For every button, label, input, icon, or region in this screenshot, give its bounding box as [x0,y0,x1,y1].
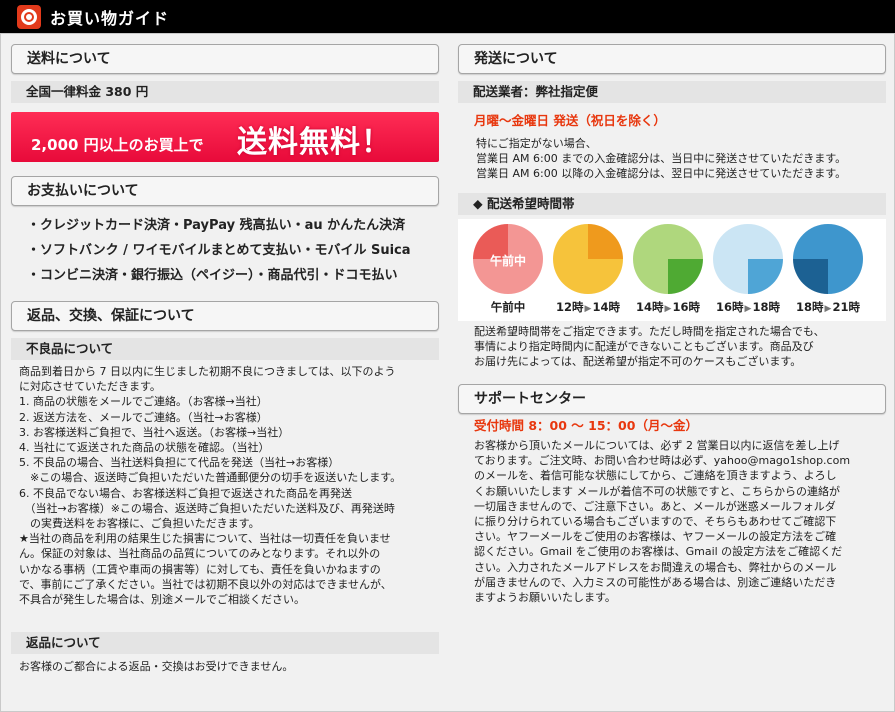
text-line: さい。入力されたメールアドレスをお間違えの場合も、弊社からのメール [474,560,837,574]
support-heading: サポートセンター [458,384,886,414]
time-slot-clock-icon [713,224,783,294]
text-line: 3. お客様送料ご負担で、当社へ返送。（お客様→当社） [19,425,290,439]
text-line: くお願いいたします メールが着信不可の状態ですと、こちらからの連絡が [474,484,841,498]
time-slot-note-line: 配送希望時間帯をご指定できます。ただし時間を指定された場合でも、 [474,325,825,338]
banner-free-shipping-text: 送料無料！ [237,125,392,160]
text-line: 2. 返送方法を、メールでご連絡。（当社→お客様） [19,410,268,424]
slot-to: 16時 [672,300,700,314]
time-slot-label: 午前中 [466,299,550,315]
time-slot-note-line: お届け先によっては、配送希望が指定不可のケースもございます。 [474,355,802,368]
text-line: 5. 不良品の場合、当社送料負担にて代品を発送（当社→お客様） [19,456,340,470]
support-info-text: お客様から頂いたメールについては、必ず 2 営業日以内に返信を差し上げ ております… [474,438,886,605]
shop-logo-icon [17,4,41,29]
returns-heading: 返品、交換、保証について [11,301,439,331]
text-line: 1. 商品の状態をメールでご連絡。（お客様→当社） [19,395,268,409]
text-line: の実費送料をお客様に、ご負担いただきます。 [19,517,260,531]
return-policy-text: お客様のご都合による返品・交換はお受けできません。 [19,660,294,673]
slot-to: 21時 [832,300,860,314]
text-line: に対応させていただきます。 [19,380,161,394]
time-slot-label: 18時▶21時 [786,299,870,315]
slot-from: 18時 [796,300,824,314]
defect-policy-text: 商品到着日から 7 日以内に生じました初期不良につきましては、以下のよう に対応さ… [19,364,437,607]
shipping-days-text: 月曜〜金曜日 発送（祝日を除く） [474,113,666,128]
time-slot-note-line: 事情により指定時間内に配達ができないこともございます。商品及び [474,340,814,353]
header-bar: お買い物ガイド [0,0,895,33]
text-line: お客様から頂いたメールについては、必ず 2 営業日以内に返信を差し上げ [474,439,840,452]
slot-to: 14時 [592,300,620,314]
payment-line: ・ソフトバンク / ワイモバイルまとめて支払い・モバイル Suica [27,243,411,258]
text-line: 認ください。Gmail をご使用のお客様は、Gmail の設定方法をご確認くだ [474,545,843,559]
text-line: のメールを、着信可能な状態にしてから、ご連絡を頂きますよう、よろし [474,469,837,483]
delivery-note-line: 営業日 AM 6:00 以降の入金確認分は、翌日中に発送させていただきます。 [476,167,847,180]
morning-pie-label: 午前中 [489,254,526,268]
text-line: さい。ヤフーメールをご使用のお客様は、ヤフーメールの設定方法をご確 [474,530,837,544]
time-slot-clock-icon [553,224,623,294]
carrier-subheading: 配送業者：弊社指定便 [458,81,886,103]
text-line: ん。保証の対象は、当社商品の品質についてのみとなります。それ以外の [19,547,381,561]
text-line: 6. 不良品でない場合、お客様送料ご負担で返送された商品を再発送 [19,486,352,500]
text-line: 4. 当社にて返送された商品の状態を確認。（当社） [19,441,270,455]
text-line: に振り分けられている場合もございますので、そちらもあわせてご確認下 [474,515,837,529]
defect-subheading: 不良品について [11,338,439,360]
text-line: ★当社の商品を利用の結果生じた損害について、当社は一切責任を負いませ [19,532,391,546]
payment-line: ・クレジットカード決済・PayPay 残高払い・au かんたん決済 [27,218,406,233]
text-line: で、事前にご了承ください。当社では初期不良以外の対応はできませんが、 [19,577,392,591]
text-line: いかなる事柄（工賃や車両の損害等）に対しても、責任を負いかねますの [19,562,381,576]
time-slot-label: 12時▶14時 [546,299,630,315]
text-line: ますようお願いいたします。 [474,591,616,605]
flat-rate-subheading: 全国一律料金 380 円 [11,81,439,103]
time-slot-clock-icon [793,224,863,294]
payment-line: ・コンビニ決済・銀行振込（ペイジー）・商品代引・ドコモ払い [27,268,398,283]
time-slot-label: 14時▶16時 [626,299,710,315]
time-slot-subheading: ◆ 配送希望時間帯 [458,193,886,215]
slot-from: 14時 [636,300,664,314]
time-slot-label: 16時▶18時 [706,299,790,315]
shipping-fee-heading: 送料について [11,44,439,74]
text-line: が届きませんので、入力ミスの可能性がある場合は、別途ご連絡いただき [474,575,837,589]
text-line: （当社→お客様）※この場合、返送時ご負担いただいた送料及び、再発送時 [19,501,395,515]
time-slot-clock-icon [633,224,703,294]
guide-content: 送料について 全国一律料金 380 円 2,000 円以上のお買上で 送料無料！… [0,33,895,712]
arrow-right-icon: ▶ [744,304,752,314]
banner-condition-text: 2,000 円以上のお買上で [31,136,204,154]
slot-from: 12時 [556,300,584,314]
payment-heading: お支払いについて [11,176,439,206]
return-subheading: 返品について [11,632,439,654]
text-line: ※この場合、返送時ご負担いただいた普通郵便分の切手を返送いたします。 [19,471,402,485]
slot-label: 午前中 [490,300,526,314]
slot-to: 18時 [752,300,780,314]
support-hours-text: 受付時間 8：00 〜 15：00（月〜金） [474,418,698,433]
delivery-note-line: 特にご指定がない場合、 [476,137,597,150]
free-shipping-banner: 2,000 円以上のお買上で 送料無料！ [11,112,439,162]
text-line: 一切届きませんので、ご注意下さい。あと、メールが迷惑メールフォルダ [474,499,836,513]
text-line: ております。ご注文時、お問い合わせ時は必ず、yahoo@mago1shop.co… [474,454,851,468]
arrow-right-icon: ▶ [824,304,832,314]
slot-from: 16時 [716,300,744,314]
delivery-heading: 発送について [458,44,886,74]
text-line: 不具合が発生した場合は、別途メールでご相談ください。 [19,593,305,607]
delivery-note-line: 営業日 AM 6:00 までの入金確認分は、当日中に発送させていただきます。 [476,152,847,165]
arrow-right-icon: ▶ [584,304,592,314]
time-slot-chart-panel: 午前中 午前中 12時▶14時 14時▶16時 16時▶18時 18時▶21時 [458,219,886,321]
arrow-right-icon: ▶ [664,304,672,314]
text-line: 商品到着日から 7 日以内に生じました初期不良につきましては、以下のよう [19,365,396,378]
page-title: お買い物ガイド [50,8,170,28]
